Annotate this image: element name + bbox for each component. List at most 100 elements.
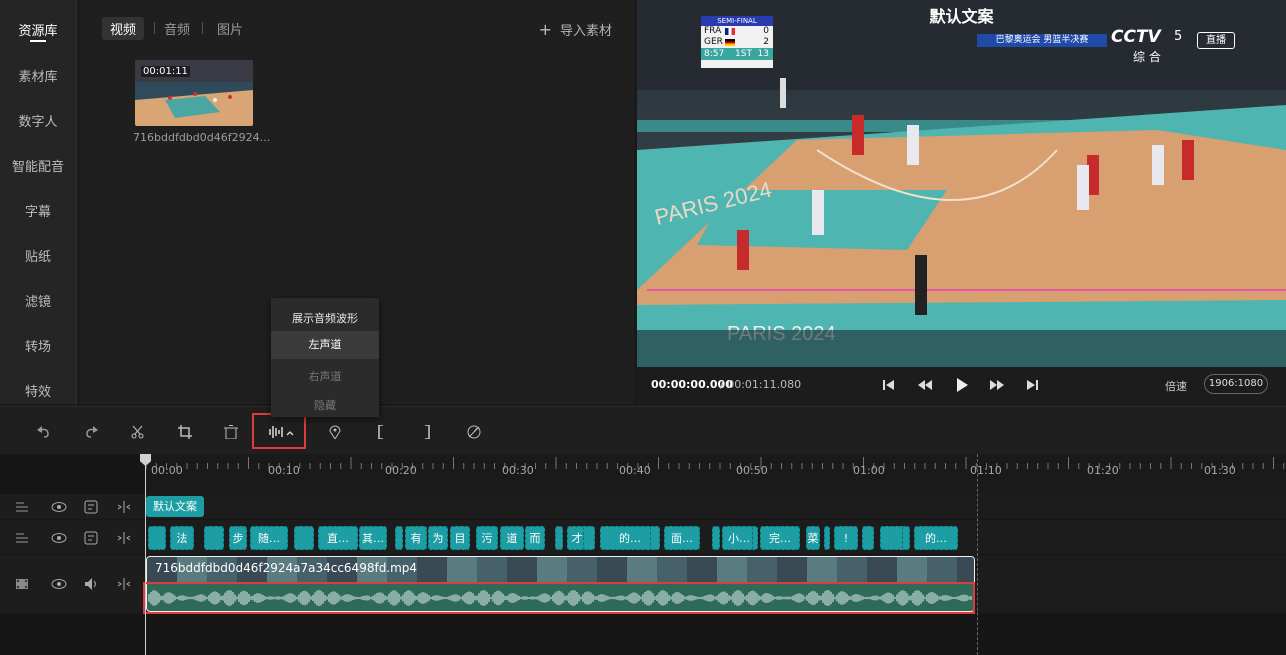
subtitle-chip-empty[interactable] [148,526,166,550]
ruler-label: 00:40 [619,464,651,477]
sidebar-item-subtitles[interactable]: 字幕 [0,201,76,220]
undo-icon[interactable] [36,425,52,439]
sidebar-item-digital-human[interactable]: 数字人 [0,111,76,130]
subtitle-edit-icon[interactable] [84,500,98,514]
skip-to-start-icon[interactable] [882,379,896,391]
subtitle-edit-icon[interactable] [84,531,98,545]
subtitle-chip[interactable]: 法 [170,526,194,550]
fast-forward-icon[interactable] [989,379,1005,391]
menu-item-left-channel[interactable]: 左声道 [271,331,379,359]
subtitle-chip[interactable]: 的… [914,526,958,550]
sidebar-item-library[interactable]: 资源库 [0,20,76,42]
subtitle-chip[interactable]: 为 [428,526,448,550]
sidebar-item-transitions[interactable]: 转场 [0,336,76,355]
subtitle-chip[interactable]: 有 [405,526,427,550]
marker-icon[interactable] [327,425,343,439]
audio-waveform-button[interactable] [252,413,306,449]
ruler-label: 00:20 [385,464,417,477]
subtitle-chip[interactable]: ! [834,526,858,550]
import-media-button[interactable]: + 导入素材 [539,20,612,39]
text-track-lane [146,494,1286,519]
sidebar-item-effects[interactable]: 特效 [0,381,76,400]
tab-divider [154,22,155,34]
redo-icon[interactable] [83,425,99,439]
menu-item-hide[interactable]: 隐藏 [271,397,379,413]
mark-in-icon[interactable] [373,425,389,439]
text-clip[interactable]: 默认文案 [146,496,204,517]
subtitle-chip-empty[interactable] [752,526,758,550]
game-clock: 8:57 [704,49,725,59]
crop-icon[interactable] [177,425,193,439]
resolution-button[interactable]: 1906:1080 [1204,374,1268,394]
sidebar-item-materials[interactable]: 素材库 [0,66,76,85]
speed-button[interactable]: 倍速 [1165,378,1187,394]
subtitle-chip[interactable]: 小… [722,526,756,550]
split-track-icon[interactable] [116,577,132,591]
broadcast-banner: 巴黎奥运会 男篮半决赛 [977,34,1107,47]
subtitle-chip[interactable]: 污 [476,526,498,550]
video-track-icon [16,579,28,589]
sidebar-item-ai-dubbing[interactable]: 智能配音 [0,156,76,175]
subtitle-chip[interactable]: 菜 [806,526,820,550]
tab-audio[interactable]: 音频 [156,17,198,40]
trash-icon[interactable] [223,425,239,439]
end-marker [977,454,978,655]
speed-ramp-icon[interactable] [466,425,482,439]
video-preview[interactable]: PARIS 2024 PARIS 2024 SEMI-FINAL FRA0 GE… [637,0,1286,367]
waveform-icon [269,426,294,438]
subtitle-chip-empty[interactable] [395,526,403,550]
playhead[interactable] [145,454,146,655]
preview-panel: PARIS 2024 PARIS 2024 SEMI-FINAL FRA0 GE… [637,0,1286,404]
split-track-icon[interactable] [116,500,132,514]
subtitle-chip-empty[interactable] [294,526,314,550]
subtitle-chip-empty[interactable] [824,526,830,550]
menu-item-show-waveform[interactable]: 展示音频波形 [271,310,379,326]
eye-icon[interactable] [51,578,67,590]
subtitle-chip[interactable]: 道 [500,526,524,550]
subtitle-chip-empty[interactable] [204,526,224,550]
time-ruler[interactable]: 00:00 00:10 00:20 00:30 00:40 00:50 01:0… [145,454,1286,494]
edit-toolbar [0,406,1286,455]
subtitle-chip-empty[interactable] [650,526,660,550]
play-icon[interactable] [955,377,969,393]
eye-icon[interactable] [51,501,67,513]
shot-clock: 13 [757,49,769,59]
tab-divider [202,22,203,34]
subtitle-chip-empty[interactable] [555,526,563,550]
overlay-text[interactable]: 默认文案 [637,3,1286,27]
subtitle-chip[interactable]: 步 [229,526,247,550]
subtitle-chip-empty[interactable] [862,526,874,550]
subtitle-chip[interactable]: 目 [450,526,470,550]
flag-de-icon [725,39,735,46]
menu-item-right-channel[interactable]: 右声道 [271,368,379,384]
rewind-icon[interactable] [917,379,933,391]
scissors-icon[interactable] [130,425,146,439]
tab-image[interactable]: 图片 [209,17,251,40]
eye-icon[interactable] [51,532,67,544]
sidebar-item-stickers[interactable]: 贴纸 [0,246,76,265]
total-time: / 00:01:11.080 [720,378,802,391]
channel-number: 5 [1174,29,1183,44]
speaker-icon[interactable] [84,577,100,591]
subtitle-chip[interactable]: 其… [359,526,387,550]
subtitle-chip-empty[interactable] [583,526,595,550]
media-clip-thumbnail[interactable]: 00:01:11 [135,60,253,126]
timeline: 00:00 00:10 00:20 00:30 00:40 00:50 01:0… [0,454,1286,655]
sidebar-item-filters[interactable]: 滤镜 [0,291,76,310]
mark-out-icon[interactable] [419,425,435,439]
subtitle-chip[interactable]: 完… [760,526,800,550]
subtitle-chip[interactable]: 面… [664,526,700,550]
split-track-icon[interactable] [116,531,132,545]
subtitle-chip[interactable]: 直… [318,526,358,550]
subtitle-chip-empty[interactable] [712,526,720,550]
tab-video[interactable]: 视频 [102,17,145,40]
ruler-label: 00:30 [502,464,534,477]
ruler-label: 01:10 [970,464,1002,477]
subtitle-chip-empty[interactable] [902,526,910,550]
flag-fr-icon [725,28,735,35]
ruler-label: 01:20 [1087,464,1119,477]
subtitle-chip[interactable]: 随… [250,526,288,550]
skip-to-end-icon[interactable] [1025,379,1039,391]
waveform-dropdown: 展示音频波形 左声道 右声道 隐藏 [271,298,379,417]
subtitle-chip[interactable]: 而 [525,526,545,550]
